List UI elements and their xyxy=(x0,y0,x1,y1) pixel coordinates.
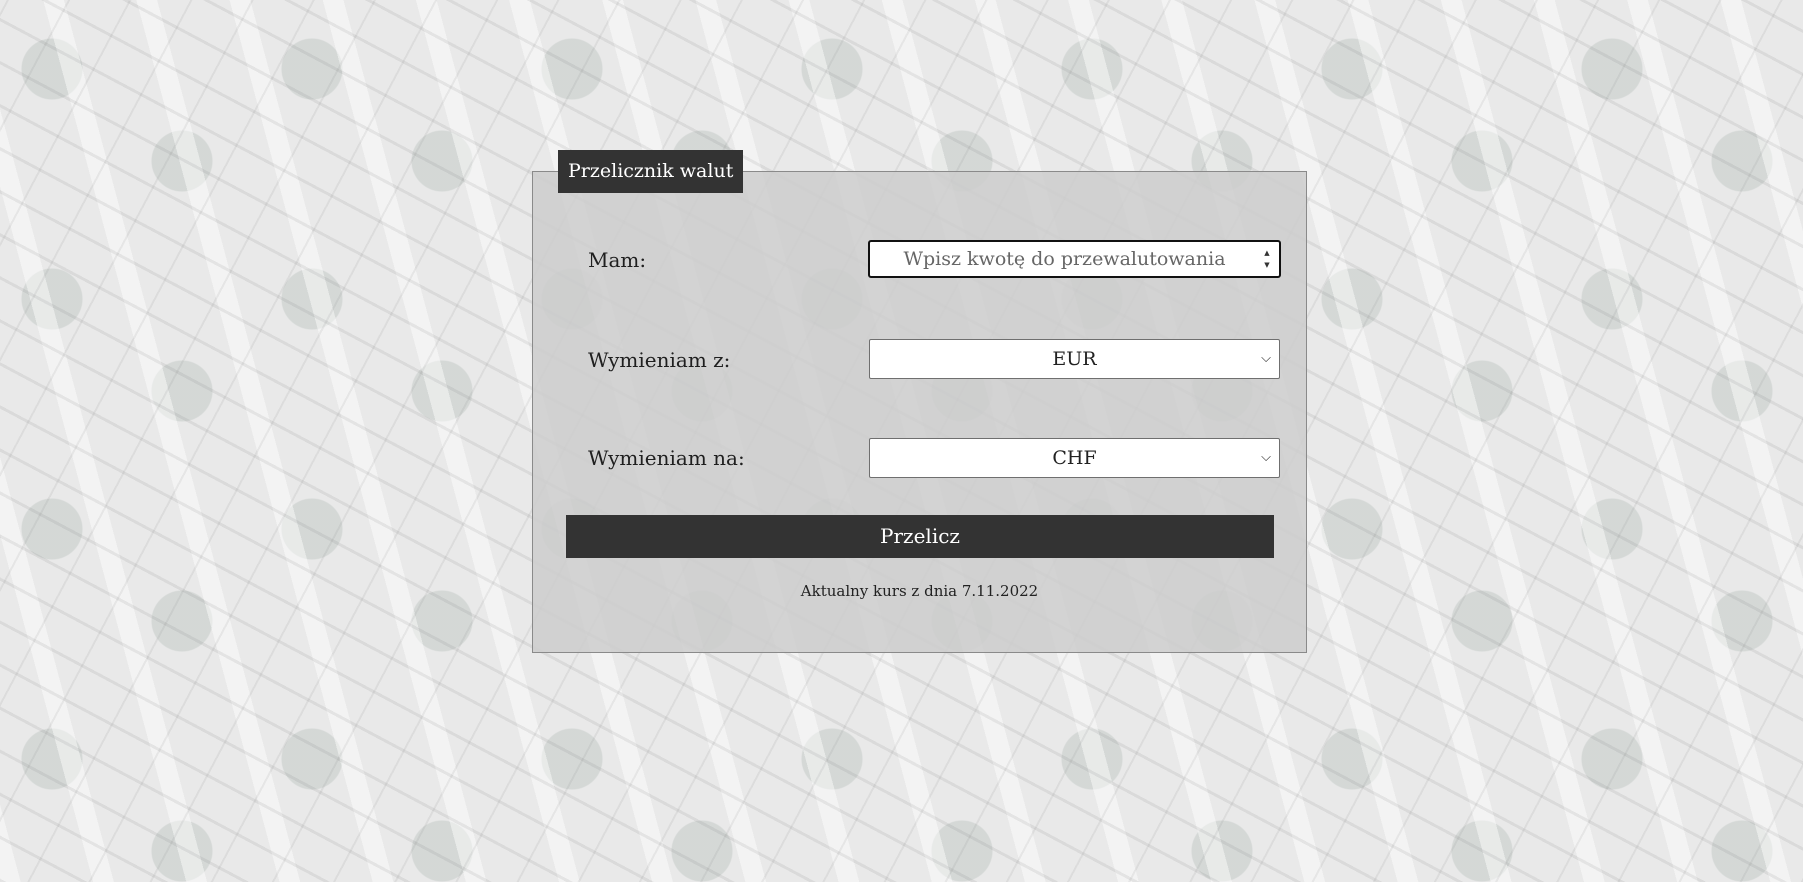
number-spinner-icon[interactable]: ▲ ▼ xyxy=(1261,247,1273,271)
to-currency-select[interactable]: CHF ⌵ xyxy=(869,438,1280,478)
convert-button[interactable]: Przelicz xyxy=(566,515,1274,558)
to-currency-label: Wymieniam na: xyxy=(588,446,745,470)
from-currency-label: Wymieniam z: xyxy=(588,348,731,372)
from-currency-value: EUR xyxy=(1052,348,1097,370)
amount-label: Mam: xyxy=(588,248,647,272)
chevron-down-icon: ⌵ xyxy=(1261,351,1271,366)
amount-input[interactable] xyxy=(868,240,1281,278)
converter-title: Przelicznik walut xyxy=(558,150,744,193)
from-currency-select[interactable]: EUR ⌵ xyxy=(869,339,1280,379)
chevron-down-icon: ⌵ xyxy=(1261,450,1271,465)
exchange-rate-date: Aktualny kurs z dnia 7.11.2022 xyxy=(800,582,1039,600)
to-currency-value: CHF xyxy=(1052,447,1097,469)
